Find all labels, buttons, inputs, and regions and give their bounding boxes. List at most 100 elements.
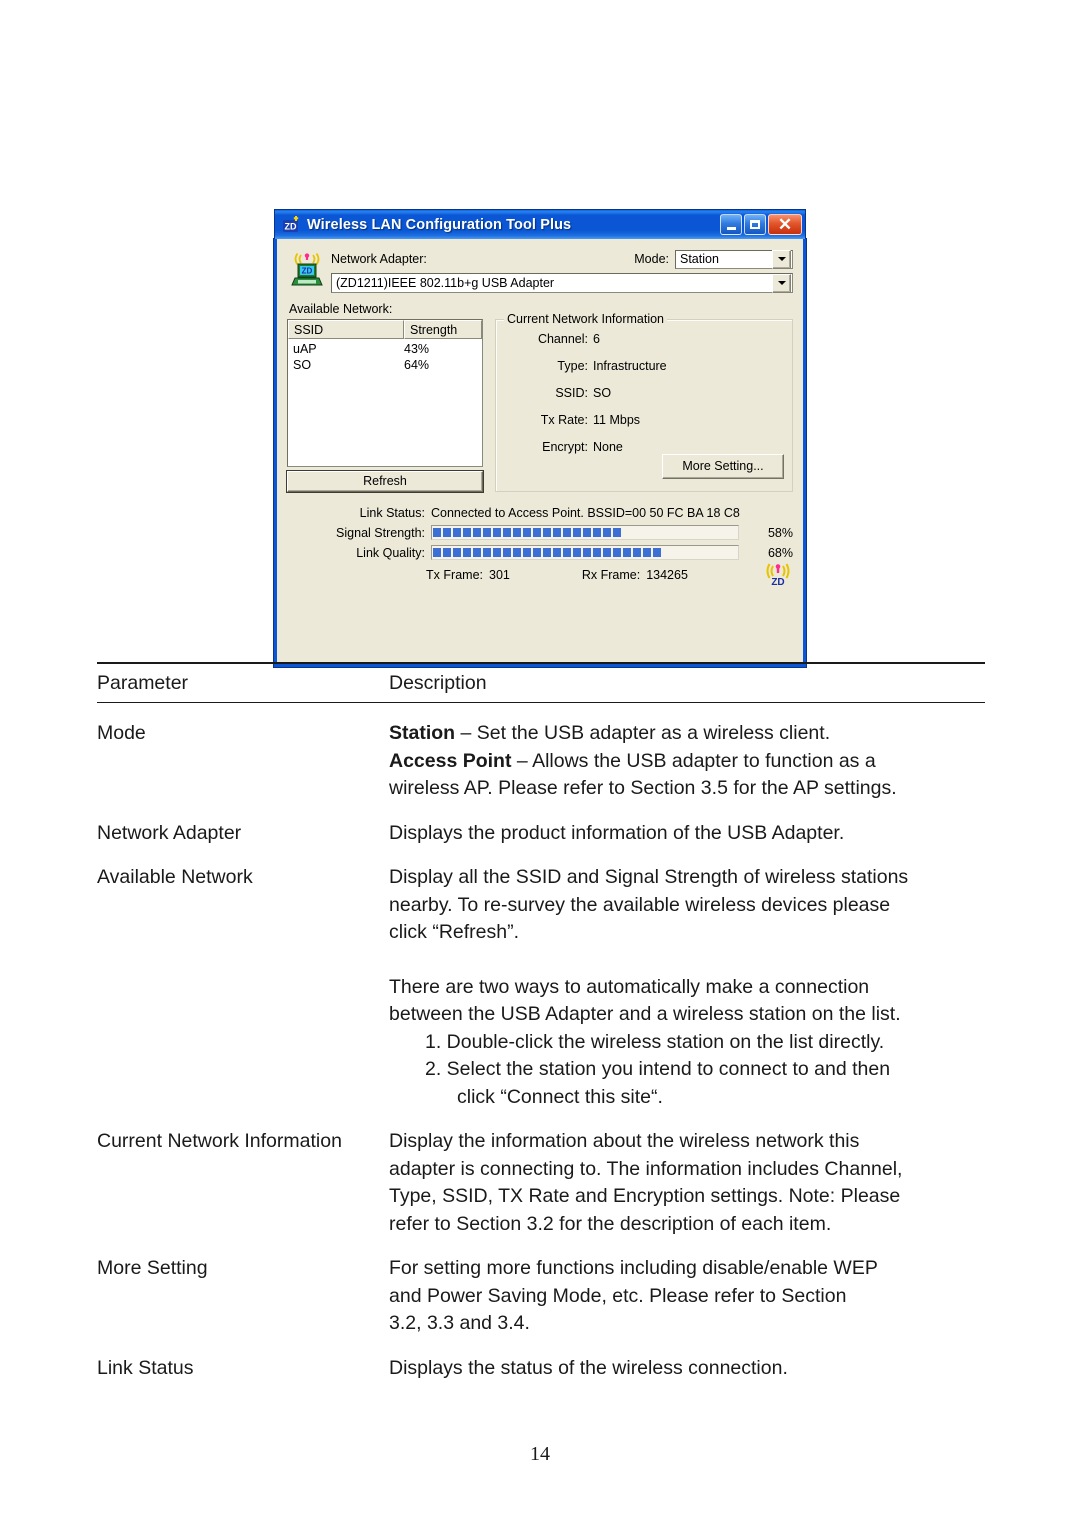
cell-parameter: Mode — [97, 722, 146, 744]
progress-segment — [563, 528, 571, 537]
progress-segment — [443, 548, 451, 557]
status-section: Link Status: Connected to Access Point. … — [287, 506, 793, 588]
progress-segment — [583, 548, 591, 557]
cell-parameter: Link Status — [97, 1356, 194, 1379]
progress-segment — [543, 548, 551, 557]
table-row: Mode Station – Set the USB adapter as a w… — [97, 703, 985, 803]
progress-segment — [503, 548, 511, 557]
chevron-down-icon[interactable] — [772, 249, 791, 269]
list-header: SSID Strength — [288, 320, 482, 339]
description-line: between the USB Adapter and a wireless s… — [389, 1003, 901, 1025]
description-line: 1. Double-click the wireless station on … — [425, 1030, 885, 1053]
network-adapter-select[interactable]: (ZD1211)IEEE 802.11b+g USB Adapter — [331, 273, 793, 293]
minimize-icon[interactable] — [720, 214, 742, 235]
mode-select[interactable]: Station — [675, 249, 793, 269]
cell-description: Station – Set the USB adapter as a wirel… — [389, 720, 985, 803]
tx-frame-label: Tx Frame: — [426, 568, 483, 582]
info-key: Channel: — [537, 332, 588, 346]
progress-segment — [543, 528, 551, 537]
link-quality-label: Link Quality: — [356, 545, 425, 560]
dialog-title: Wireless LAN Configuration Tool Plus — [307, 216, 572, 233]
link-quality-row: Link Quality: 68% — [287, 545, 793, 560]
table-row: Current Network Information Display the i… — [97, 1111, 985, 1238]
signal-strength-label: Signal Strength: — [336, 525, 425, 540]
more-setting-button[interactable]: More Setting... — [662, 454, 784, 479]
description-line: Display all the SSID and Signal Strength… — [389, 866, 909, 888]
progress-segment — [513, 548, 521, 557]
description-line: Displays the status of the wireless conn… — [389, 1356, 788, 1379]
progress-segment — [493, 548, 501, 557]
mode-group: Mode: Station — [634, 249, 793, 269]
svg-text:ZD: ZD — [771, 577, 784, 588]
cell-description: Displays the status of the wireless conn… — [389, 1355, 985, 1383]
progress-segment — [503, 528, 511, 537]
list-item[interactable]: uAP 43% — [288, 341, 482, 357]
progress-segment — [573, 528, 581, 537]
list-item[interactable]: SO 64% — [288, 357, 482, 373]
progress-segment — [583, 528, 591, 537]
emphasis-text: Station — [389, 722, 456, 744]
dialog-title-bar[interactable]: ZD Wireless LAN Configuration Tool Plus … — [274, 209, 806, 239]
link-quality-percent: 68% — [767, 545, 793, 560]
refresh-button[interactable]: Refresh — [286, 470, 484, 493]
table-header-row: Parameter Description — [97, 664, 985, 702]
info-type: Type: Infrastructure — [504, 359, 784, 374]
link-status-value: Connected to Access Point. BSSID=00 50 F… — [431, 506, 740, 520]
progress-segment — [493, 528, 501, 537]
close-icon[interactable]: ✕ — [768, 214, 802, 235]
svg-text:ZD: ZD — [285, 221, 297, 231]
description-line: nearby. To re-survey the available wirel… — [389, 893, 891, 916]
column-header-strength[interactable]: Strength — [404, 320, 482, 339]
description-line: click “Refresh”. — [389, 921, 520, 943]
cell-strength: 43% — [404, 342, 430, 356]
column-header-ssid[interactable]: SSID — [288, 320, 404, 339]
cell-description: For setting more functions including dis… — [389, 1255, 985, 1338]
description-line: Access Point – Allows the USB adapter to… — [389, 749, 876, 772]
parameter-description-table: Parameter Description Mode Station – Set … — [97, 662, 985, 1382]
progress-segment — [623, 548, 631, 557]
cell-ssid: SO — [293, 358, 312, 372]
cell-strength: 64% — [404, 358, 430, 372]
page-number: 14 — [530, 1443, 550, 1465]
progress-segment — [533, 548, 541, 557]
available-network-list[interactable]: SSID Strength uAP 43% SO 64% — [287, 319, 483, 467]
column-header-description: Description — [389, 672, 487, 694]
progress-segment — [433, 548, 441, 557]
maximize-icon[interactable] — [744, 214, 766, 235]
progress-segment — [443, 528, 451, 537]
description-line: 2. Select the station you intend to conn… — [425, 1058, 891, 1080]
progress-segment — [453, 548, 461, 557]
info-key: Type: — [557, 359, 588, 373]
adapter-header-row: Network Adapter: Mode: Station — [331, 248, 793, 270]
info-key: Encrypt: — [542, 440, 588, 454]
progress-segment — [593, 548, 601, 557]
info-value: None — [593, 440, 623, 454]
emphasis-text: Access Point — [389, 749, 512, 772]
wireless-lan-config-dialog: ZD Wireless LAN Configuration Tool Plus … — [274, 209, 806, 667]
progress-segment — [593, 528, 601, 537]
rx-frame-label: Rx Frame: — [581, 568, 641, 582]
dialog-frame: ZD Network Adapter: Mode: Station (ZD121… — [274, 239, 806, 667]
info-tx-rate: Tx Rate: 11 Mbps — [504, 413, 784, 428]
description-line: Type, SSID, TX Rate and Encryption setti… — [389, 1185, 901, 1207]
cell-description: Display the information about the wirele… — [389, 1128, 985, 1238]
cell-description: Display all the SSID and Signal Strength… — [389, 864, 985, 1111]
progress-segment — [553, 548, 561, 557]
chevron-down-icon[interactable] — [772, 273, 791, 293]
zd-wireless-tray-icon[interactable]: ZD — [765, 562, 791, 588]
cell-parameter: More Setting — [97, 1257, 208, 1279]
progress-segment — [473, 548, 481, 557]
adapter-section: ZD Network Adapter: Mode: Station (ZD121… — [287, 248, 793, 293]
column-header-parameter: Parameter — [97, 672, 189, 694]
wireless-laptop-icon: ZD — [291, 252, 323, 288]
info-value: Infrastructure — [593, 359, 667, 373]
progress-segment — [533, 528, 541, 537]
svg-text:ZD: ZD — [302, 267, 313, 276]
link-quality-progressbar — [431, 545, 739, 560]
description-line: Displays the product information of the … — [389, 821, 845, 844]
info-channel: Channel: 6 — [504, 332, 784, 347]
description-line: 3.2, 3.3 and 3.4. — [389, 1312, 530, 1334]
signal-strength-percent: 58% — [767, 525, 793, 540]
description-line: adapter is connecting to. The informatio… — [389, 1157, 903, 1180]
progress-segment — [613, 548, 621, 557]
